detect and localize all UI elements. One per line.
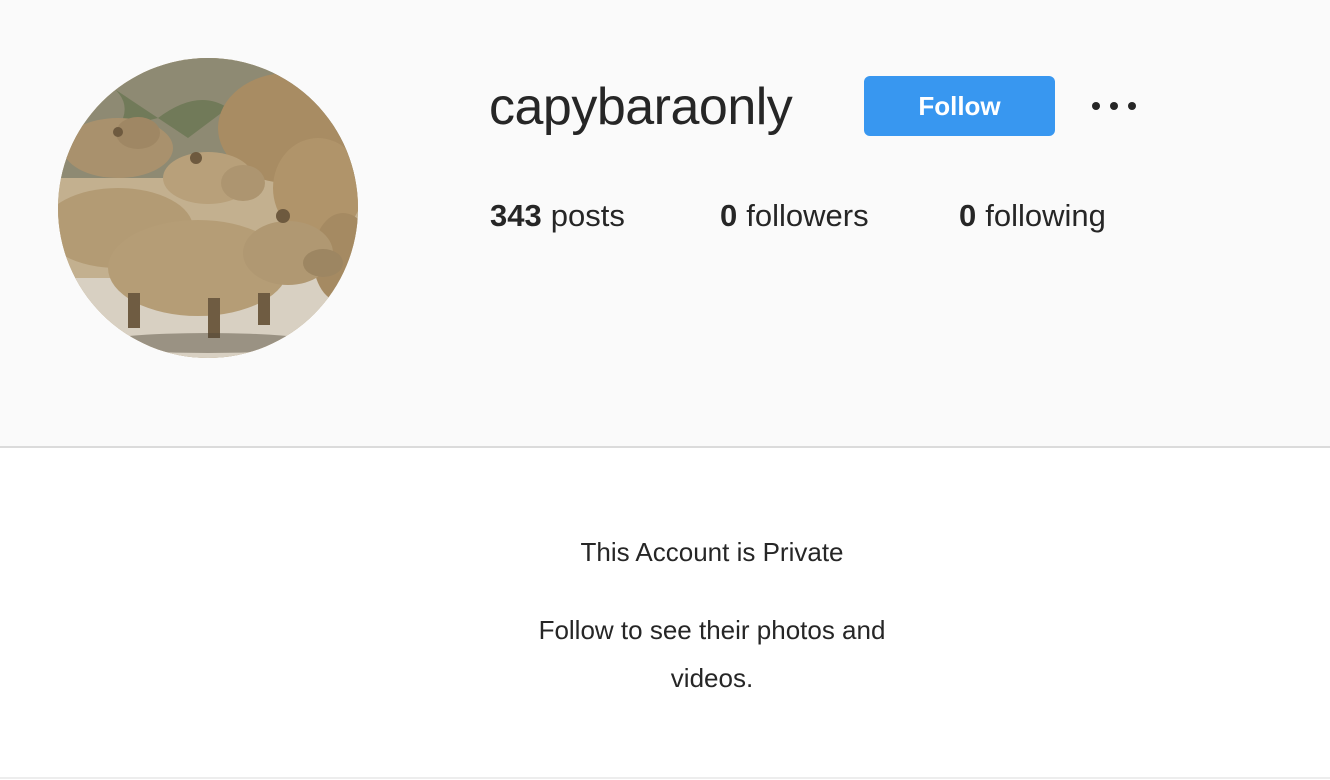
capybara-photo-icon (58, 58, 358, 358)
private-message: Follow to see their photos and videos. (538, 615, 886, 693)
more-dot (1092, 102, 1100, 110)
more-options-icon[interactable] (1090, 88, 1138, 124)
profile-page: capybaraonly Follow 343 posts 0 follower… (0, 0, 1330, 780)
followers-stat[interactable]: 0 followers (720, 198, 959, 240)
followers-label: followers (746, 198, 869, 233)
more-dot (1110, 102, 1118, 110)
private-account-notice: This Account is Private Follow to see th… (0, 532, 1330, 702)
followers-count: 0 (720, 198, 738, 233)
posts-label: posts (550, 198, 625, 233)
private-title: This Account is Private (580, 537, 844, 567)
profile-avatar[interactable] (58, 58, 358, 358)
profile-username: capybaraonly (489, 78, 793, 136)
divider (0, 777, 1330, 779)
profile-header: capybaraonly Follow 343 posts 0 follower… (0, 0, 1330, 448)
more-dot (1128, 102, 1136, 110)
following-stat[interactable]: 0 following (959, 198, 1106, 240)
follow-button[interactable]: Follow (864, 76, 1055, 136)
profile-stats: 343 posts 0 followers 0 following (490, 198, 1106, 240)
posts-count: 343 (490, 198, 542, 233)
posts-stat: 343 posts (490, 198, 720, 240)
following-count: 0 (959, 198, 977, 233)
following-label: following (985, 198, 1106, 233)
